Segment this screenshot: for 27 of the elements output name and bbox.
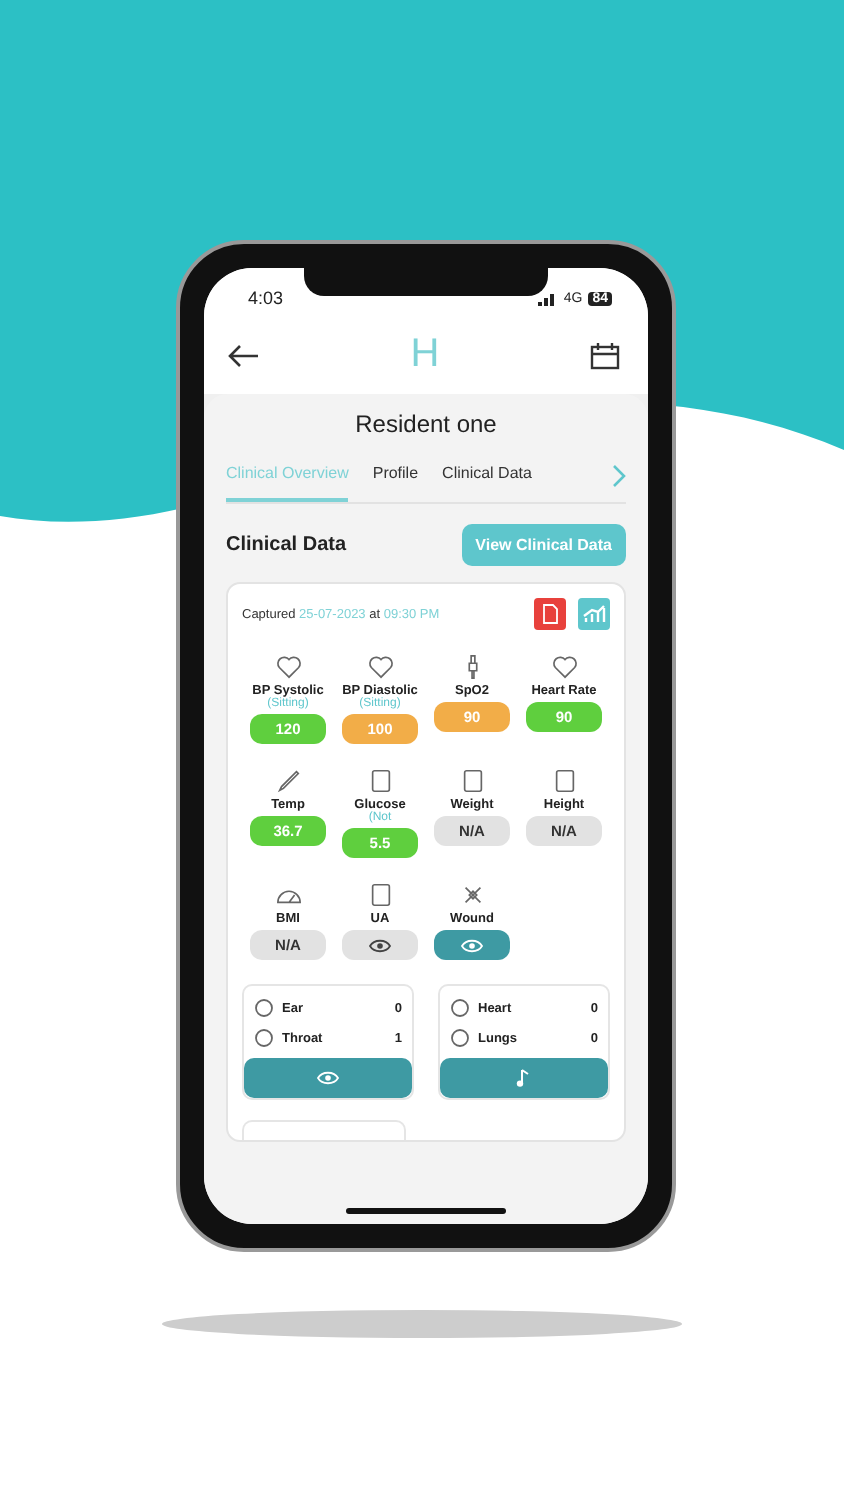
vital-icon xyxy=(551,654,577,680)
vital-icon xyxy=(367,654,393,680)
vital-icon xyxy=(459,768,485,794)
chevron-right-icon[interactable] xyxy=(612,463,626,487)
tab[interactable]: Profile xyxy=(372,458,419,502)
view-button[interactable] xyxy=(342,930,418,960)
vital-icon xyxy=(551,768,577,794)
app-logo: H xyxy=(410,332,440,378)
section-title: Clinical Data xyxy=(226,534,347,556)
vital-icon xyxy=(459,882,485,908)
signal-icon xyxy=(537,291,558,305)
resident-name: Resident one xyxy=(353,408,499,442)
eye-icon xyxy=(316,1070,340,1086)
vital-icon xyxy=(275,768,301,794)
eye-icon xyxy=(368,937,392,953)
eye-icon xyxy=(460,937,484,953)
vital-icon xyxy=(367,768,393,794)
tab[interactable]: Clinical Data xyxy=(442,458,532,502)
vital-icon xyxy=(275,654,301,680)
chart-icon[interactable] xyxy=(578,598,610,630)
vital-icon xyxy=(367,882,393,908)
calendar-icon[interactable] xyxy=(589,341,620,369)
music-note-icon xyxy=(516,1068,532,1088)
pdf-icon[interactable] xyxy=(534,598,566,630)
back-arrow-icon[interactable] xyxy=(228,343,260,367)
play-audio-button[interactable] xyxy=(440,1058,608,1098)
status-time: 4:03 xyxy=(248,288,284,308)
